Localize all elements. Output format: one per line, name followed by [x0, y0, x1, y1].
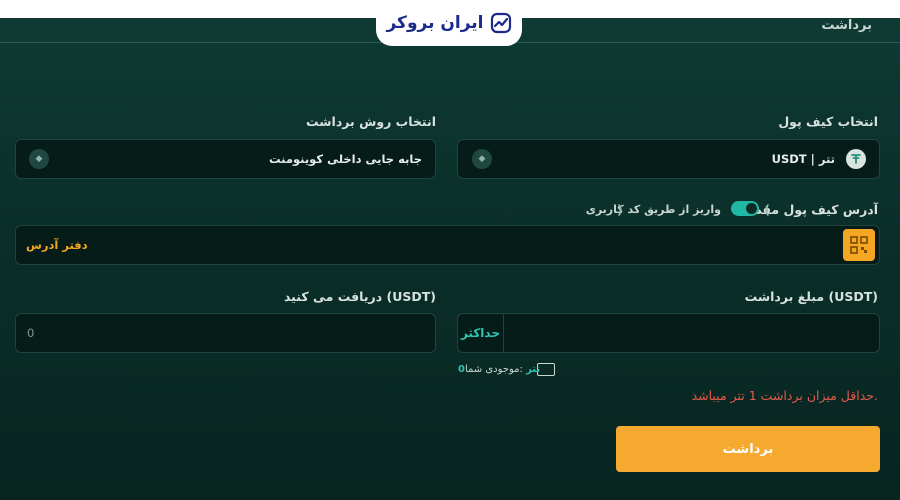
wallet-select-value: USDT | تتر	[771, 152, 835, 166]
chevron-updown-icon[interactable]: ◆	[472, 149, 492, 169]
page-title: برداشت	[821, 18, 872, 33]
method-select[interactable]: جابه جایی داخلی کوینومنت ◆	[15, 139, 436, 179]
user-code-toggle[interactable]	[731, 201, 759, 216]
receive-field: 0	[15, 313, 436, 353]
logo[interactable]: ایران بروکر	[376, 0, 522, 46]
toggle-paren-close: )	[617, 202, 623, 217]
wallet-select-label: انتخاب کیف پول	[778, 114, 878, 129]
toggle-paren-open: (	[764, 202, 770, 217]
amount-input[interactable]	[457, 313, 880, 353]
max-button[interactable]: حداکثر	[458, 313, 504, 353]
chart-logo-icon	[490, 12, 511, 34]
method-select-label: انتخاب روش برداشت	[306, 114, 436, 129]
method-select-value: جابه جایی داخلی کوینومنت	[268, 152, 422, 166]
tether-icon	[846, 149, 866, 169]
balance-unit: تتر	[526, 364, 541, 375]
amount-label: مبلغ برداشت (USDT)	[744, 289, 878, 304]
balance-value: 0	[458, 364, 465, 375]
destination-label: آدرس کیف پول مقصد	[742, 202, 878, 217]
receive-label: دریافت می کنید (USDT)	[283, 289, 436, 304]
toggle-knob	[746, 203, 757, 214]
balance-label: :موجودی شما	[464, 364, 523, 375]
balance: 0 تتر :موجودی شما	[458, 364, 540, 375]
error-message: حداقل میزان برداشت 1 تتر میباشد.	[691, 388, 878, 403]
qr-scan-button[interactable]	[843, 229, 875, 261]
chevron-updown-icon[interactable]: ◆	[29, 149, 49, 169]
logo-text: ایران بروکر	[386, 13, 484, 33]
qr-icon	[850, 236, 868, 254]
user-code-toggle-label: واریز از طریق کد کاربری	[585, 203, 721, 216]
receive-value: 0	[27, 326, 35, 340]
address-book-link[interactable]: دفتر آدرس	[26, 238, 88, 252]
withdraw-submit-button[interactable]: برداشت	[616, 426, 880, 472]
destination-address-input[interactable]: دفتر آدرس	[15, 225, 880, 265]
wallet-select[interactable]: USDT | تتر ◆	[457, 139, 880, 179]
